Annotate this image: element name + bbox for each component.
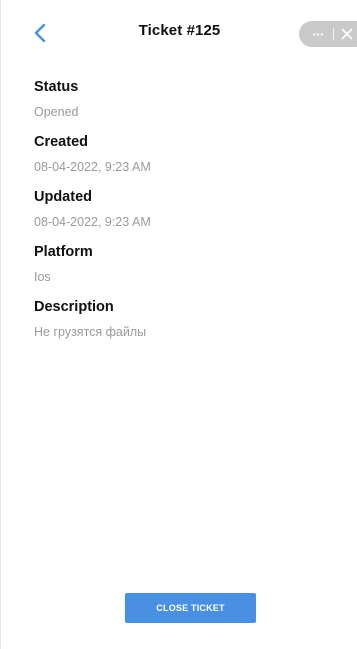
field-label: Description	[34, 299, 114, 315]
field-created: Created 08-04-2022, 9:23 AM	[34, 133, 334, 175]
close-ticket-button[interactable]: CLOSE TICKET	[125, 593, 256, 623]
field-value: 08-04-2022, 9:23 AM	[34, 160, 151, 174]
field-value: Ios	[34, 270, 51, 284]
capsule-divider	[333, 28, 334, 40]
field-status: Status Opened	[34, 78, 334, 120]
field-value: 08-04-2022, 9:23 AM	[34, 215, 151, 229]
top-bar: Ticket #125 ···	[1, 10, 357, 54]
field-label: Created	[34, 134, 88, 150]
field-updated: Updated 08-04-2022, 9:23 AM	[34, 188, 334, 230]
mini-program-capsule: ···	[299, 21, 357, 47]
field-label: Platform	[34, 244, 93, 260]
field-label: Status	[34, 79, 79, 95]
field-description: Description Не грузятся файлы	[34, 298, 334, 340]
field-value: Не грузятся файлы	[34, 325, 147, 339]
more-dots-icon[interactable]: ···	[309, 21, 327, 47]
ticket-screen: Ticket #125 ··· Status Opened Created 08…	[0, 0, 357, 649]
close-icon[interactable]	[340, 27, 354, 41]
field-platform: Platform Ios	[34, 243, 334, 285]
ticket-details: Status Opened Created 08-04-2022, 9:23 A…	[34, 78, 334, 353]
field-value: Opened	[34, 105, 79, 119]
field-label: Updated	[34, 189, 92, 205]
